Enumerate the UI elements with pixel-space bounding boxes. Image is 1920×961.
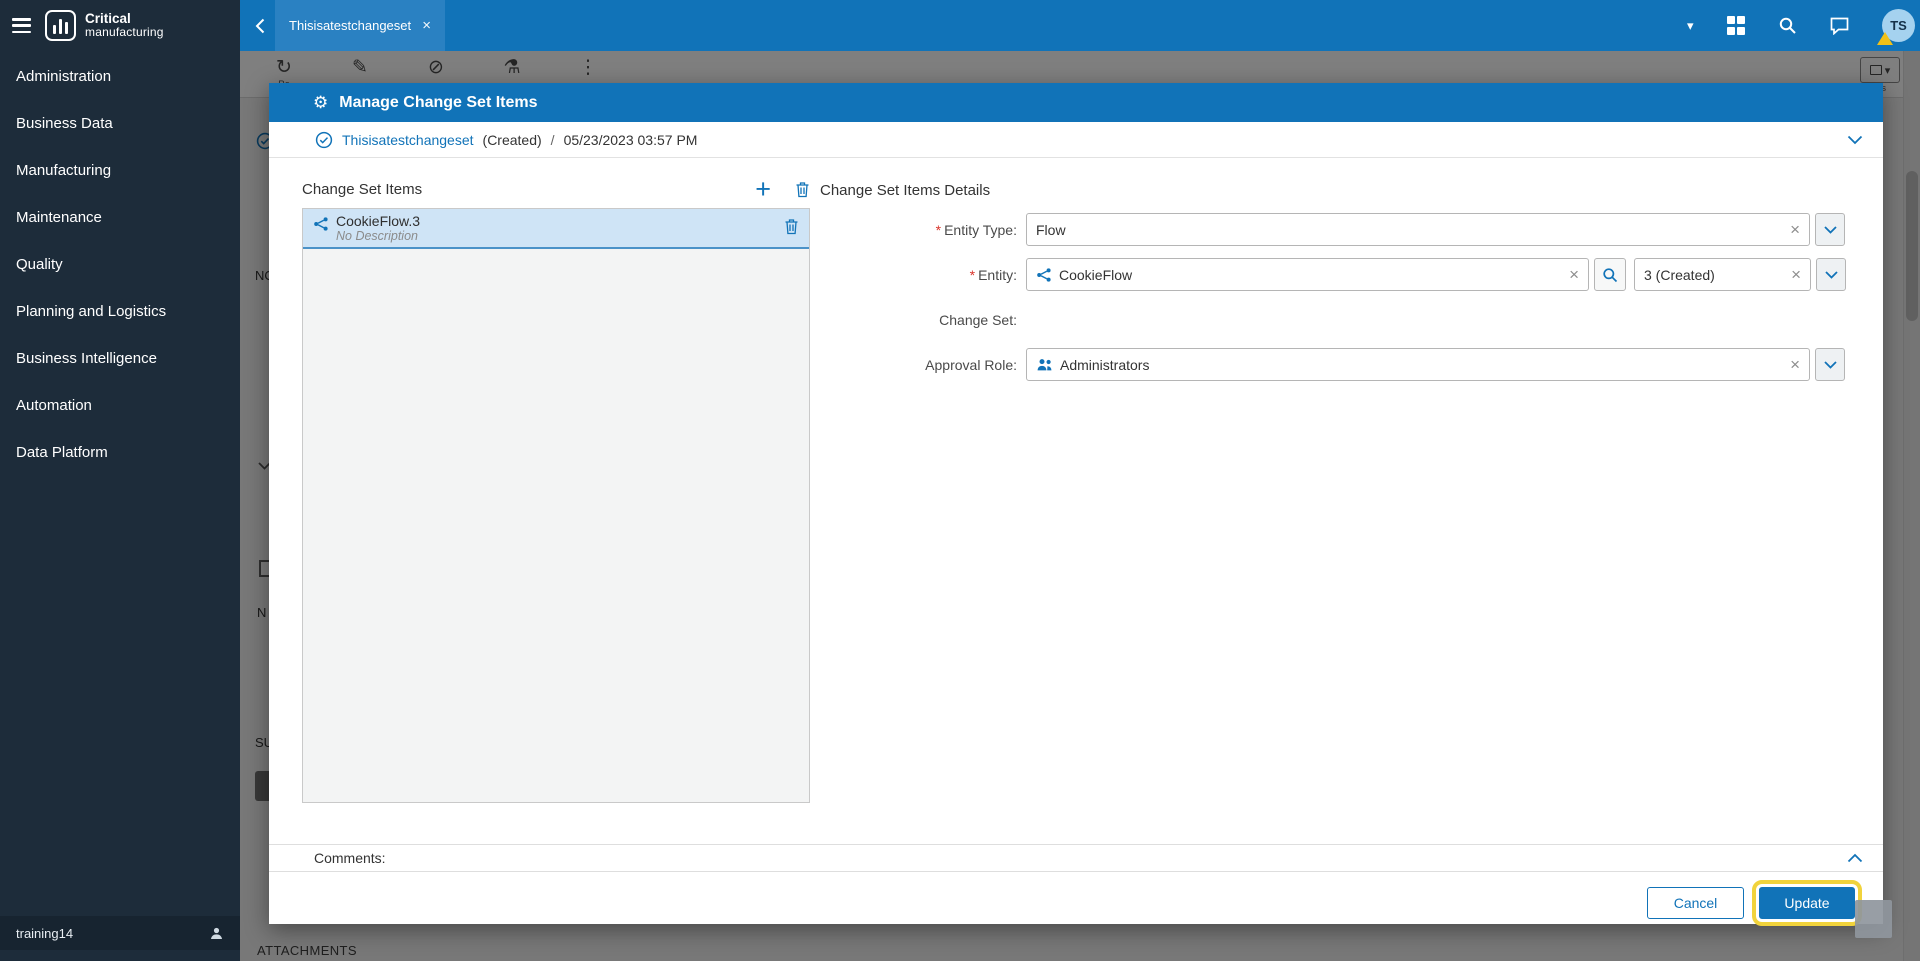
topbar-actions: ▾ TS	[1687, 9, 1920, 45]
entity-type-row: * Entity Type: Flow ×	[820, 213, 1845, 246]
cursor-marker	[1855, 900, 1892, 938]
sidebar-item-maintenance[interactable]: Maintenance	[0, 194, 240, 241]
approval-role-input[interactable]: Administrators ×	[1026, 348, 1810, 381]
tab-title: Thisisatestchangeset	[289, 18, 412, 33]
logo: Critical manufacturing	[45, 10, 164, 41]
flow-icon	[1036, 267, 1052, 283]
state-check-icon	[315, 131, 333, 148]
entity-input[interactable]: CookieFlow ×	[1026, 258, 1589, 291]
avatar-initials: TS	[1890, 18, 1907, 33]
changeset-timestamp: 05/23/2023 03:57 PM	[563, 131, 698, 148]
expand-menu-icon[interactable]: ▾	[1687, 18, 1694, 34]
entity-version-dropdown-button[interactable]	[1816, 258, 1846, 291]
sidebar-nav: Administration Business Data Manufacturi…	[0, 53, 240, 476]
avatar[interactable]: TS	[1877, 9, 1915, 45]
change-set-items-details-panel: Change Set Items Details * Entity Type: F…	[820, 176, 1846, 844]
item-text: CookieFlow.3 No Description	[336, 214, 784, 244]
summary-expand-icon[interactable]	[1847, 135, 1863, 145]
dialog-title: Manage Change Set Items	[339, 93, 538, 111]
changeset-summary-bar: Thisisatestchangeset (Created) / 05/23/2…	[269, 122, 1883, 158]
back-icon[interactable]	[255, 18, 265, 34]
apps-grid-icon[interactable]	[1726, 16, 1745, 35]
required-marker: *	[969, 266, 976, 283]
dialog-footer: Cancel Update	[269, 872, 1883, 926]
entity-type-dropdown-button[interactable]	[1815, 213, 1845, 246]
clear-icon[interactable]: ×	[1791, 266, 1801, 283]
comments-label: Comments:	[314, 850, 386, 866]
entity-version-input[interactable]: 3 (Created) ×	[1634, 258, 1811, 291]
dialog-body: Change Set Items + CookieFlow.3 No Descr…	[269, 158, 1883, 844]
entity-type-input[interactable]: Flow ×	[1026, 213, 1810, 246]
sidebar: Critical manufacturing Administration Bu…	[0, 0, 240, 961]
change-set-items-panel: Change Set Items + CookieFlow.3 No Descr…	[302, 176, 810, 803]
item-delete-icon[interactable]	[784, 218, 799, 235]
change-set-label: Change Set:	[939, 311, 1017, 328]
logo-text-light: manufacturing	[85, 25, 164, 40]
entity-type-value: Flow	[1036, 221, 1066, 238]
sidebar-item-business-intelligence[interactable]: Business Intelligence	[0, 335, 240, 382]
sidebar-footer: training14	[0, 916, 240, 950]
required-marker: *	[935, 221, 942, 238]
sidebar-item-data-platform[interactable]: Data Platform	[0, 429, 240, 476]
update-button[interactable]: Update	[1752, 880, 1862, 926]
summary-separator: /	[550, 131, 555, 148]
entity-value: CookieFlow	[1059, 266, 1133, 283]
sidebar-item-automation[interactable]: Automation	[0, 382, 240, 429]
menu-icon[interactable]	[12, 18, 31, 33]
cancel-button[interactable]: Cancel	[1647, 887, 1744, 919]
approval-role-dropdown-button[interactable]	[1815, 348, 1845, 381]
entity-row: * Entity: CookieFlow × 3 (Created) ×	[820, 258, 1846, 291]
item-name: CookieFlow.3	[336, 213, 421, 229]
dialog-header: ⚙ Manage Change Set Items	[269, 83, 1883, 122]
changeset-state: (Created)	[482, 131, 542, 148]
sidebar-item-business-data[interactable]: Business Data	[0, 100, 240, 147]
warning-badge-icon	[1877, 32, 1893, 45]
manage-change-set-items-dialog: ⚙ Manage Change Set Items Thisisatestcha…	[269, 83, 1883, 926]
chat-icon[interactable]	[1830, 17, 1849, 35]
search-icon[interactable]	[1778, 16, 1797, 35]
session-user-icon[interactable]	[209, 926, 224, 941]
clear-icon[interactable]: ×	[1569, 266, 1579, 283]
users-icon	[1036, 358, 1053, 371]
comments-section: Comments:	[269, 844, 1883, 872]
flow-icon	[313, 216, 329, 232]
item-description: No Description	[336, 229, 418, 243]
changeset-name-link[interactable]: Thisisatestchangeset	[342, 132, 474, 148]
items-panel-title: Change Set Items	[302, 180, 423, 198]
sidebar-item-manufacturing[interactable]: Manufacturing	[0, 147, 240, 194]
tab-thisisatestchangeset[interactable]: Thisisatestchangeset ×	[275, 0, 445, 51]
add-item-icon[interactable]: +	[755, 176, 771, 203]
entity-type-label: * Entity Type:	[935, 221, 1017, 238]
logo-icon	[45, 10, 76, 41]
sidebar-item-administration[interactable]: Administration	[0, 53, 240, 100]
approval-role-label: Approval Role:	[925, 356, 1017, 373]
logo-text: Critical manufacturing	[85, 11, 164, 40]
clear-icon[interactable]: ×	[1790, 221, 1800, 238]
entity-version-value: 3 (Created)	[1644, 266, 1715, 283]
logo-text-bold: Critical	[85, 11, 131, 27]
entity-search-button[interactable]	[1594, 258, 1626, 291]
sidebar-header: Critical manufacturing	[0, 0, 240, 51]
change-set-row: Change Set:	[820, 303, 1845, 336]
entity-label: * Entity:	[969, 266, 1017, 283]
details-panel-title: Change Set Items Details	[820, 182, 991, 199]
tab-close-icon[interactable]: ×	[422, 17, 431, 34]
delete-items-icon[interactable]	[795, 181, 810, 198]
topbar: Thisisatestchangeset × ▾ TS	[240, 0, 1920, 51]
sidebar-item-quality[interactable]: Quality	[0, 241, 240, 288]
sidebar-item-planning-and-logistics[interactable]: Planning and Logistics	[0, 288, 240, 335]
items-panel-header: Change Set Items +	[302, 176, 810, 203]
username-label: training14	[16, 925, 74, 941]
list-item-cookieflow[interactable]: CookieFlow.3 No Description	[303, 209, 809, 249]
comments-collapse-icon[interactable]	[1847, 853, 1863, 863]
approval-role-row: Approval Role: Administrators ×	[820, 348, 1845, 381]
clear-icon[interactable]: ×	[1790, 356, 1800, 373]
manage-gear-icon: ⚙	[313, 93, 329, 112]
items-list: CookieFlow.3 No Description	[302, 208, 810, 803]
approval-role-value: Administrators	[1060, 356, 1150, 373]
